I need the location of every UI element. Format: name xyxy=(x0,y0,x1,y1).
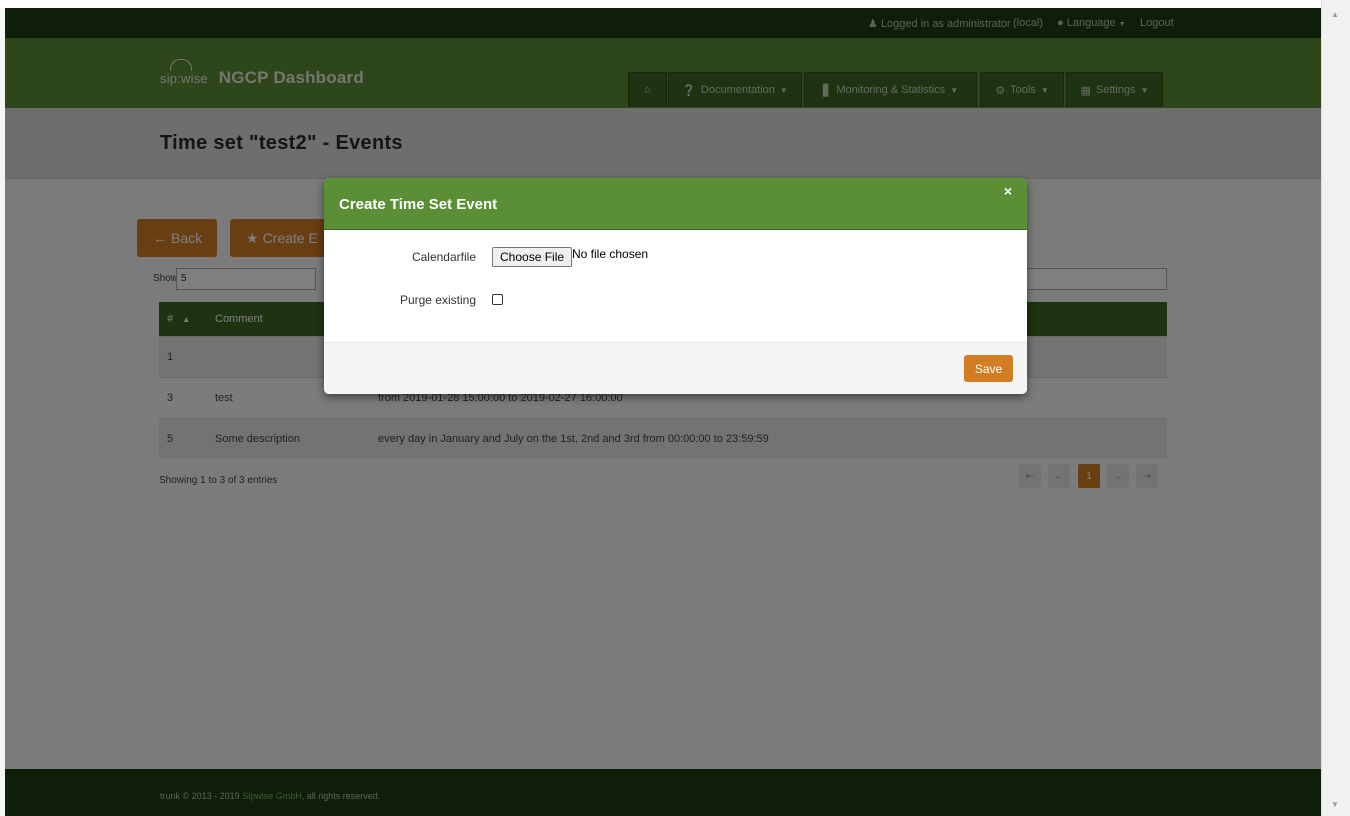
calendarfile-label: Calendarfile xyxy=(411,250,476,264)
page: ♟ Logged in as administrator (local) ● L… xyxy=(0,0,1321,816)
top-strip xyxy=(0,0,1321,8)
purge-existing-label: Purge existing xyxy=(399,293,476,307)
modal-header: Create Time Set Event × xyxy=(324,178,1027,230)
modal-title: Create Time Set Event xyxy=(339,196,498,213)
purge-existing-checkbox[interactable] xyxy=(492,294,503,305)
save-button[interactable]: Save xyxy=(964,355,1013,382)
file-status: No file chosen xyxy=(572,247,649,261)
close-icon[interactable]: × xyxy=(1004,183,1012,199)
modal-backdrop[interactable] xyxy=(5,8,1321,816)
scroll-down-icon[interactable]: ▼ xyxy=(1331,800,1339,809)
create-event-modal: Create Time Set Event × Calendarfile Cho… xyxy=(324,178,1027,394)
scroll-up-icon[interactable]: ▲ xyxy=(1331,10,1339,19)
modal-footer: Save xyxy=(324,342,1027,394)
choose-file-button[interactable]: Choose File xyxy=(492,247,573,267)
scrollbar[interactable]: ▲ ▼ xyxy=(1321,0,1350,816)
